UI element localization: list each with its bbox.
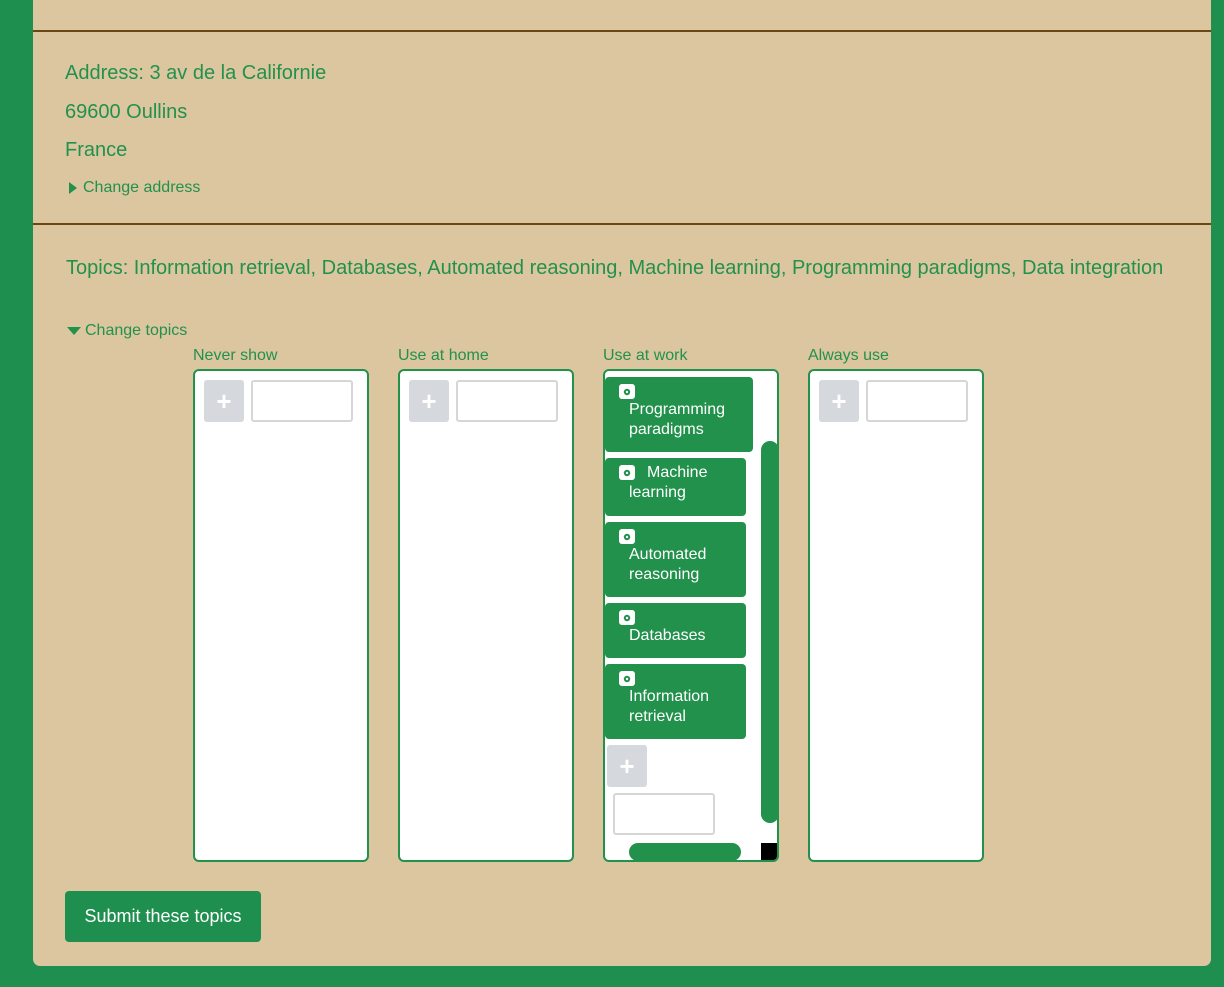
divider-top — [33, 30, 1211, 32]
scrollbar-corner — [761, 843, 777, 860]
gear-icon — [619, 610, 635, 625]
add-topic-button[interactable]: + — [409, 380, 449, 422]
column-use-at-home[interactable]: + — [398, 369, 574, 862]
add-topic-input[interactable] — [251, 380, 353, 422]
topic-chip-programming-paradigms[interactable]: Programming paradigms — [605, 377, 753, 452]
change-topics-label: Change topics — [85, 322, 188, 339]
topics-summary: Topics: Information retrieval, Databases… — [66, 257, 1164, 279]
topic-chip-label: Information retrieval — [629, 688, 710, 725]
add-topic-button[interactable]: + — [607, 745, 647, 787]
column-title-never-show: Never show — [193, 347, 278, 364]
vertical-scrollbar[interactable] — [761, 441, 777, 823]
change-address-toggle[interactable]: Change address — [65, 179, 200, 197]
column-always-use[interactable]: + — [808, 369, 984, 862]
column-title-use-at-home: Use at home — [398, 347, 489, 364]
topic-chip-label: Databases — [629, 627, 706, 644]
topic-chip-databases[interactable]: Databases — [605, 603, 746, 658]
change-topics-toggle[interactable]: Change topics — [65, 322, 187, 340]
topic-chip-information-retrieval[interactable]: Information retrieval — [605, 664, 746, 739]
address-line-country: France — [65, 139, 128, 161]
column-never-show[interactable]: + — [193, 369, 369, 862]
gear-icon — [619, 384, 635, 399]
column-title-always-use: Always use — [808, 347, 889, 364]
submit-topics-button[interactable]: Submit these topics — [65, 891, 261, 942]
column-use-at-work[interactable]: Programming paradigms Machine learning A… — [603, 369, 779, 862]
add-topic-input[interactable] — [456, 380, 558, 422]
triangle-down-icon — [67, 327, 81, 335]
change-address-label: Change address — [83, 179, 201, 196]
topic-chip-label: Programming paradigms — [629, 401, 726, 438]
add-topic-button[interactable]: + — [204, 380, 244, 422]
gear-icon — [619, 529, 635, 544]
topic-chip-label: Automated reasoning — [629, 546, 707, 583]
divider-middle — [33, 223, 1211, 225]
triangle-right-icon — [69, 182, 77, 194]
topic-chip-label: Machine learning — [629, 464, 708, 501]
topic-chip-machine-learning[interactable]: Machine learning — [605, 458, 746, 516]
profile-panel: Address: 3 av de la Californie 69600 Oul… — [33, 0, 1211, 966]
address-line-city: 69600 Oullins — [65, 101, 188, 123]
add-topic-input[interactable] — [613, 793, 715, 835]
column-title-use-at-work: Use at work — [603, 347, 688, 364]
gear-icon — [619, 671, 635, 686]
topic-chip-automated-reasoning[interactable]: Automated reasoning — [605, 522, 746, 597]
add-topic-button[interactable]: + — [819, 380, 859, 422]
gear-icon — [619, 465, 635, 480]
horizontal-scrollbar[interactable] — [629, 843, 741, 860]
address-line-street: Address: 3 av de la Californie — [65, 62, 327, 84]
add-topic-input[interactable] — [866, 380, 968, 422]
